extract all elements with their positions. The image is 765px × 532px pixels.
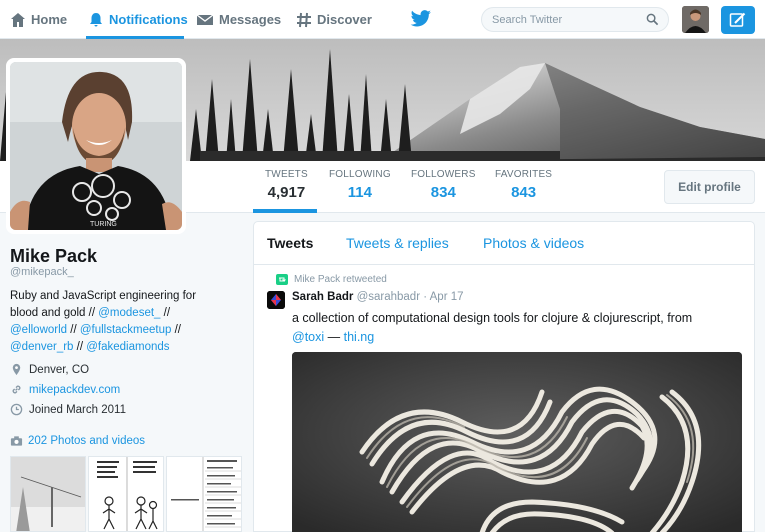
stat-tweets-value: 4,917 (267, 184, 306, 201)
location-pin-icon (12, 363, 21, 376)
avatar-image (682, 6, 709, 33)
home-icon (11, 12, 25, 27)
timeline-tabs: Tweets Tweets & replies Photos & videos (254, 222, 754, 265)
nav-notifications-label: Notifications (109, 12, 188, 27)
nav-messages-label: Messages (219, 12, 282, 27)
bio-link-fullstackmeetup[interactable]: @fullstackmeetup (80, 324, 172, 336)
tweet-date[interactable]: Apr 17 (430, 291, 464, 303)
stat-following[interactable]: FOLLOWING 114 (329, 169, 391, 201)
nav-notifications[interactable]: Notifications (88, 0, 188, 39)
stat-favorites-label: FAVORITES (495, 169, 553, 180)
tweet-body: a collection of computational design too… (292, 311, 693, 325)
camera-icon (10, 436, 23, 446)
tweet-separator: · (423, 291, 428, 303)
profile-bio: Ruby and JavaScript engineering for bloo… (10, 290, 197, 353)
timeline-panel: Tweets Tweets & replies Photos & videos … (253, 221, 755, 532)
nav-discover-label: Discover (317, 12, 372, 27)
edit-profile-button[interactable]: Edit profile (664, 170, 755, 204)
profile-website: mikepackdev.com (10, 383, 120, 396)
photos-link-label: 202 Photos and videos (28, 435, 146, 447)
photo-thumbnails (10, 456, 250, 532)
search-icon[interactable] (646, 13, 659, 26)
compose-tweet-button[interactable] (721, 6, 755, 34)
nav-home[interactable]: Home (10, 0, 67, 39)
nav-discover[interactable]: Discover (296, 0, 372, 39)
photos-and-videos-link[interactable]: 202 Photos and videos (10, 435, 145, 447)
profile-handle: @mikepack_ (10, 266, 74, 278)
profile-joined: Joined March 2011 (10, 403, 126, 416)
stat-followers-value: 834 (430, 184, 456, 201)
stat-favorites[interactable]: FAVORITES 843 (495, 169, 552, 201)
nav-home-label: Home (31, 12, 68, 27)
author-avatar-image (267, 291, 285, 309)
search-box[interactable]: Search Twitter (481, 7, 669, 32)
stat-followers-label: FOLLOWERS (411, 169, 476, 180)
profile-name: Mike Pack (10, 246, 98, 266)
profile-avatar[interactable]: TURING (10, 62, 182, 230)
retweet-label[interactable]: Mike Pack retweeted (294, 274, 387, 285)
website-link[interactable]: mikepackdev.com (29, 384, 120, 396)
bio-link-elloworld[interactable]: @elloworld (10, 324, 67, 336)
tab-photos-and-videos[interactable]: Photos & videos (483, 235, 584, 251)
svg-text:TURING: TURING (90, 221, 117, 228)
tweet-mention-link[interactable]: @toxi (292, 330, 324, 344)
bell-icon (90, 12, 102, 26)
tweet-text: a collection of computational design too… (292, 309, 747, 347)
comic-strip-image (89, 457, 163, 531)
profile-location: Denver, CO (10, 363, 89, 376)
tweet-header: Sarah Badr @sarahbadr · Apr 17 (292, 291, 464, 303)
photo-thumbnail[interactable] (10, 456, 86, 532)
link-icon (12, 385, 21, 394)
bio-link-modeset[interactable]: @modeset_ (98, 307, 160, 319)
tweet-dash: — (327, 330, 341, 344)
photo-thumbnail[interactable] (166, 456, 242, 532)
snowy-ski-lift-image (11, 457, 85, 531)
computational-sculpture-image (292, 352, 742, 532)
tweet-author-name[interactable]: Sarah Badr (292, 291, 353, 303)
top-navigation-bar: Home Notifications Messages Discover Sea… (0, 0, 765, 39)
tweet-author-avatar[interactable] (267, 291, 285, 309)
twitter-bird-icon[interactable] (410, 10, 432, 28)
compose-icon (729, 12, 746, 27)
bio-link-fakediamonds[interactable]: @fakediamonds (86, 341, 169, 353)
stat-favorites-value: 843 (511, 184, 537, 201)
joined-text: Joined March 2011 (29, 403, 126, 416)
account-avatar[interactable] (682, 6, 709, 33)
tab-tweets[interactable]: Tweets (267, 235, 313, 251)
document-table-image (167, 457, 241, 531)
stat-followers[interactable]: FOLLOWERS 834 (411, 169, 476, 201)
profile-photo-image: TURING (10, 62, 182, 230)
nav-messages[interactable]: Messages (196, 0, 281, 39)
stat-following-value: 114 (347, 184, 372, 201)
tweet-author-handle[interactable]: @sarahbadr (357, 291, 420, 303)
profile-avatar-frame: TURING (6, 58, 186, 234)
tweet-media-image[interactable] (292, 352, 742, 532)
tab-tweets-and-replies[interactable]: Tweets & replies (346, 235, 449, 251)
stat-tweets[interactable]: TWEETS 4,917 (265, 169, 308, 201)
stat-following-label: FOLLOWING (329, 169, 391, 180)
stat-tweets-label: TWEETS (265, 169, 308, 180)
retweet-icon (276, 274, 288, 285)
envelope-icon (196, 13, 214, 25)
stat-active-indicator (253, 209, 317, 213)
retweet-context: Mike Pack retweeted (276, 274, 387, 285)
tweet-url-link[interactable]: thi.ng (344, 330, 375, 344)
bio-link-denver-rb[interactable]: @denver_rb (10, 341, 73, 353)
photo-thumbnail[interactable] (88, 456, 164, 532)
search-placeholder: Search Twitter (492, 14, 563, 26)
location-text: Denver, CO (29, 363, 90, 376)
clock-icon (10, 403, 23, 416)
hashtag-icon (297, 12, 311, 27)
